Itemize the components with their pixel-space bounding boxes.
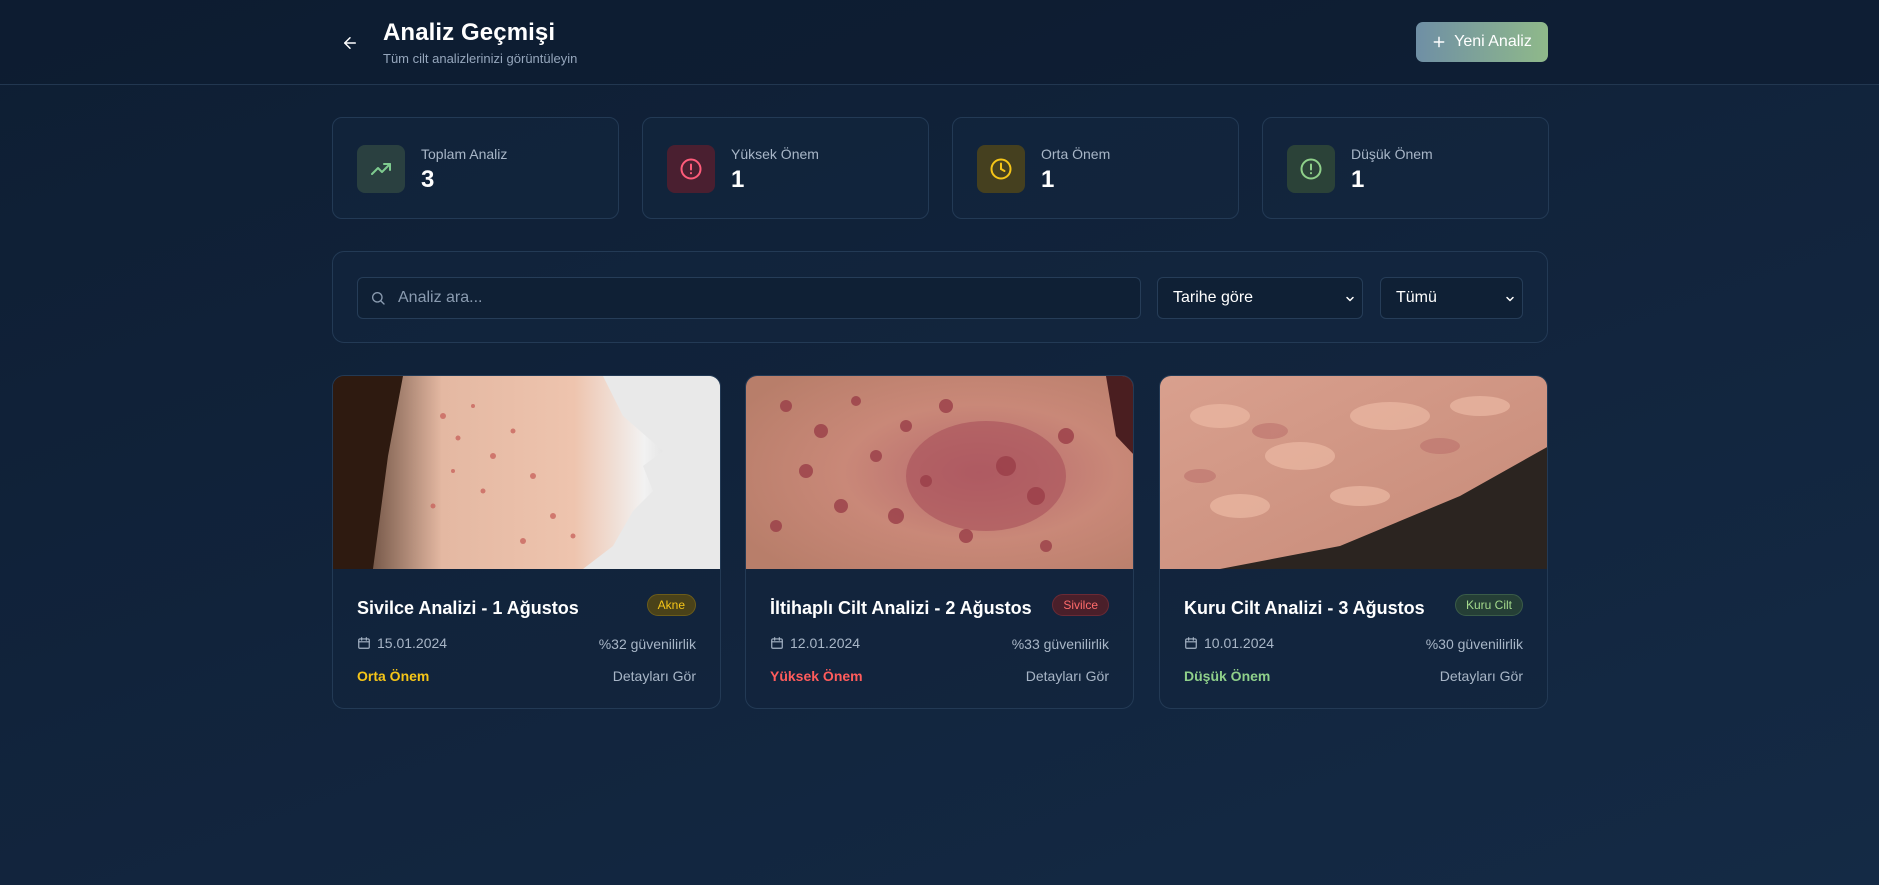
stat-card-total: Toplam Analiz 3 [332,117,619,219]
sort-select[interactable]: Tarihe göre [1157,277,1363,319]
type-select[interactable]: Tümü [1380,277,1523,319]
card-date-text: 12.01.2024 [790,635,861,651]
category-badge: Akne [646,594,696,616]
card-confidence: %32 güvenilirlik [598,636,696,652]
card-confidence: %30 güvenilirlik [1425,636,1523,652]
arrow-left-icon [344,37,356,49]
page-subtitle: Tüm cilt analizlerinizi görüntüleyin [383,51,578,66]
back-button[interactable] [335,28,365,58]
analysis-photo [1160,376,1547,569]
clock-icon [977,145,1025,193]
stat-card-high: Yüksek Önem 1 [642,117,929,219]
card-date-text: 10.01.2024 [1204,635,1275,651]
stat-value: 3 [421,166,435,193]
filter-bar: Tarihe göre Tümü [332,251,1548,343]
new-analysis-label: Yeni Analiz [1454,33,1532,50]
view-details-link[interactable]: Detayları Gör [1026,668,1109,684]
stat-value: 1 [1351,166,1365,193]
card-date: 15.01.2024 [357,635,447,651]
card-title: İltihaplı Cilt Analizi - 2 Ağustos [770,598,1032,618]
card-severity: Düşük Önem [1184,668,1271,684]
search-icon [372,292,385,305]
alert-circle-icon [1287,145,1335,193]
card-date-text: 15.01.2024 [377,635,448,651]
chevron-down-icon [1346,296,1354,302]
analysis-photo [333,376,720,569]
card-title: Sivilce Analizi - 1 Ağustos [357,598,579,618]
stat-label: Düşük Önem [1351,146,1433,162]
chevron-down-icon [1506,296,1514,302]
type-select-value: Tümü [1396,289,1437,306]
sort-select-value: Tarihe göre [1173,289,1254,306]
calendar-icon [771,637,783,649]
view-details-link[interactable]: Detayları Gör [613,668,696,684]
analysis-card[interactable]: İltihaplı Cilt Analizi - 2 Ağustos Sivil… [745,375,1134,709]
card-date: 12.01.2024 [770,635,860,651]
page-header: Analiz Geçmişi Tüm cilt analizlerinizi g… [0,0,1879,85]
search-input[interactable] [398,278,1128,318]
analysis-card[interactable]: Sivilce Analizi - 1 Ağustos Akne 15.01.2… [332,375,721,709]
stat-value: 1 [1041,166,1055,193]
card-severity: Orta Önem [357,668,430,684]
plus-icon [1433,36,1445,48]
trending-up-icon [357,145,405,193]
analysis-photo [746,376,1133,569]
card-title: Kuru Cilt Analizi - 3 Ağustos [1184,598,1425,618]
calendar-icon [358,637,370,649]
view-details-link[interactable]: Detayları Gör [1440,668,1523,684]
stat-value: 1 [731,166,745,193]
stat-label: Yüksek Önem [731,146,819,162]
stat-label: Toplam Analiz [421,146,508,162]
card-severity: Yüksek Önem [770,668,863,684]
calendar-icon [1185,637,1197,649]
stat-label: Orta Önem [1041,146,1111,162]
stat-card-medium: Orta Önem 1 [952,117,1239,219]
card-date: 10.01.2024 [1184,635,1274,651]
category-badge: Sivilce [1052,594,1109,616]
card-confidence: %33 güvenilirlik [1011,636,1109,652]
alert-circle-icon [667,145,715,193]
page-title: Analiz Geçmişi [383,19,556,46]
stat-card-low: Düşük Önem 1 [1262,117,1549,219]
analysis-card[interactable]: Kuru Cilt Analizi - 3 Ağustos Kuru Cilt … [1159,375,1548,709]
new-analysis-button[interactable]: Yeni Analiz [1416,22,1548,62]
search-box[interactable] [357,277,1141,319]
category-badge: Kuru Cilt [1454,594,1523,616]
